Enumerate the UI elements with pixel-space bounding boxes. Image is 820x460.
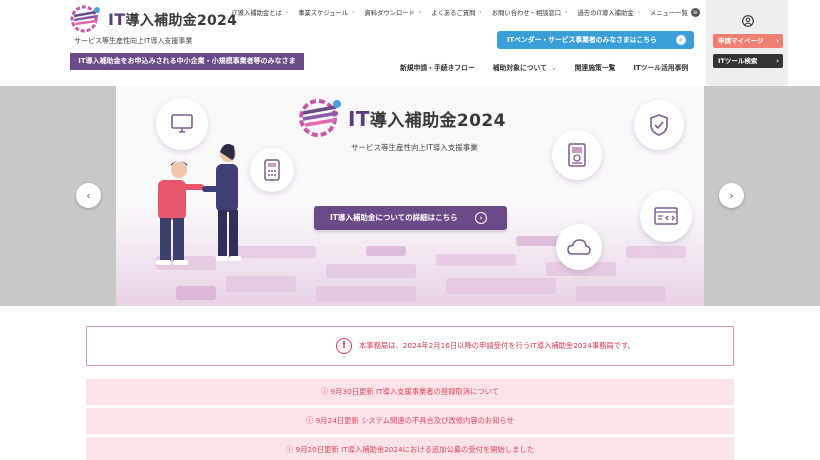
tool-search-button[interactable]: ITツール検索 ›	[713, 54, 783, 68]
chevron-right-icon: ›	[418, 8, 422, 16]
chevron-right-icon: ›	[676, 35, 686, 45]
mypage-button[interactable]: 申請マイページ ›	[713, 34, 783, 48]
top-nav: IT導入補助金とは › 事業スケジュール › 資料ダウンロード › よくあるご質問 › …	[232, 7, 710, 17]
hero-slide: IT導入補助金2024 サービス等生産性向上IT導入支援事業 IT導入補助金につ…	[116, 86, 704, 306]
code-window-icon	[654, 207, 678, 225]
top-nav-item[interactable]: よくあるご質問 ›	[431, 7, 481, 17]
top-nav-item[interactable]: お問い合わせ・相談窓口 ›	[492, 7, 568, 17]
certificate-bubble	[552, 130, 602, 180]
chevron-right-icon: ›	[776, 57, 779, 65]
notice-item[interactable]: ⓘ 9月20日更新 IT導入補助金2024における追加公募の受付を開始しました	[86, 437, 734, 460]
main-nav-item-cases[interactable]: ITツール活用事例	[633, 62, 688, 72]
main-nav: 新規申請・手続きフロー 補助対象について ⌄ 関連施策一覧 ITツール活用事例	[400, 62, 706, 72]
chevron-right-icon: ›	[285, 8, 289, 16]
notice-item[interactable]: ⓘ 9月30日更新 IT導入支援事業者の登録取消について	[86, 379, 734, 405]
main-nav-item-flow[interactable]: 新規申請・手続きフロー	[400, 62, 475, 72]
chevron-right-icon: ›	[479, 8, 482, 16]
certificate-icon	[568, 143, 586, 167]
menu-icon: ≡	[690, 7, 700, 17]
important-alert: ! 本事務局は、2024年2月16日以降の申請受付を行うIT導入補助金2024事…	[86, 326, 734, 366]
logo-mark-icon	[70, 5, 100, 33]
chevron-right-icon: ›	[776, 37, 779, 45]
monitor-bubble	[156, 98, 208, 150]
main-nav-item-related[interactable]: 関連施策一覧	[575, 62, 616, 72]
logo-title: IT導入補助金2024	[108, 10, 238, 29]
chevron-down-icon: ⌄	[550, 64, 557, 72]
hero-subtitle: サービス等生産性向上IT導入支援事業	[351, 143, 478, 152]
user-icon[interactable]	[742, 15, 754, 27]
hero-logo-mark-icon	[299, 99, 341, 137]
carousel-prev-button[interactable]: ‹	[76, 183, 101, 208]
target-audience-banner[interactable]: IT導入補助金をお申込みされる中小企業・小規模事業者等のみなさま	[70, 53, 304, 70]
chevron-right-icon: ›	[637, 8, 640, 16]
cloud-bubble	[556, 224, 602, 270]
chevron-right-icon: ›	[565, 8, 568, 16]
chevron-left-icon: ‹	[86, 189, 91, 202]
calculator-icon	[264, 159, 280, 181]
chevron-right-icon: ›	[352, 8, 355, 16]
monitor-icon	[171, 114, 193, 133]
top-nav-item[interactable]: 過去のIT導入補助金 ›	[577, 7, 640, 17]
alert-text: 本事務局は、2024年2月16日以降の申請受付を行うIT導入補助金2024事務局…	[359, 341, 635, 350]
warning-icon: !	[336, 338, 352, 354]
logo-subtitle: サービス等生産性向上IT導入支援事業	[74, 37, 193, 45]
main-nav-item-subsidy-target[interactable]: 補助対象について ⌄	[493, 62, 557, 72]
shield-check-icon	[650, 114, 668, 136]
hero-details-button[interactable]: IT導入補助金についての詳細はこちら ›	[314, 206, 507, 230]
shield-bubble	[634, 100, 684, 150]
calculator-bubble	[250, 148, 294, 192]
menu-list-button[interactable]: メニュー一覧 ≡	[650, 7, 700, 17]
carousel-next-button[interactable]: ›	[719, 183, 744, 208]
chevron-right-icon: ›	[475, 212, 487, 224]
top-nav-item[interactable]: 資料ダウンロード ›	[365, 7, 422, 17]
vendor-link-button[interactable]: ITベンダー・サービス事業者のみなさまはこちら ›	[497, 31, 694, 49]
hero-title: IT導入補助金2024	[348, 107, 506, 131]
top-nav-item[interactable]: 事業スケジュール ›	[298, 7, 354, 17]
cloud-icon	[567, 239, 591, 255]
top-nav-item[interactable]: IT導入補助金とは ›	[232, 7, 288, 17]
code-window-bubble	[640, 190, 692, 242]
notice-item[interactable]: ⓘ 9月24日更新 システム関連の不具合及び改修内容のお知らせ	[86, 408, 734, 434]
chevron-right-icon: ›	[729, 189, 734, 202]
site-header: IT導入補助金2024 サービス等生産性向上IT導入支援事業 IT導入補助金をお…	[0, 0, 820, 86]
